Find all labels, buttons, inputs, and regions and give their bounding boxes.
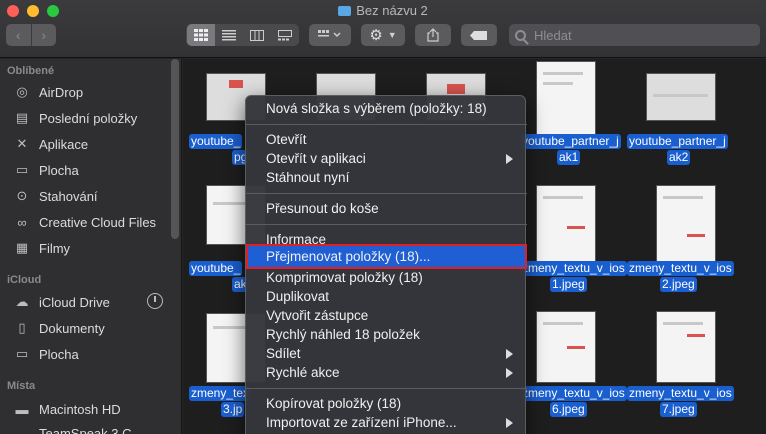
menu-separator (246, 388, 527, 389)
search-icon (515, 29, 526, 41)
menu-item-import-from-iphone[interactable]: Importovat ze zařízení iPhone... (266, 415, 457, 430)
menu-item-duplicate[interactable]: Duplikovat (266, 289, 329, 304)
back-forward-buttons: ‹ › (6, 24, 56, 46)
finder-window: Bez názvu 2 ‹ › ⚙ ▼ Hledat Oblíbené ◎ Ai… (0, 0, 766, 434)
file-thumbnail[interactable] (536, 185, 596, 263)
sidebar-item-macintosh-hd[interactable]: ▬ Macintosh HD (14, 399, 121, 419)
view-mode-group (186, 24, 299, 46)
sidebar-header-places: Místa (7, 380, 36, 392)
group-button[interactable] (309, 24, 351, 46)
sidebar-item-applications[interactable]: ✕ Aplikace (14, 134, 89, 154)
sidebar-item-airdrop[interactable]: ◎ AirDrop (14, 82, 83, 102)
title-bar: Bez názvu 2 ‹ › ⚙ ▼ Hledat (0, 0, 766, 58)
menu-item-share[interactable]: Sdílet (266, 346, 301, 361)
document-icon: ▯ (18, 320, 26, 335)
menu-item-make-alias[interactable]: Vytvořit zástupce (266, 308, 368, 323)
forward-icon[interactable]: › (32, 27, 57, 43)
sidebar-header-icloud: iCloud (7, 274, 42, 286)
action-button[interactable]: ⚙ ▼ (361, 24, 405, 46)
tag-icon (470, 30, 487, 40)
annotation-highlight-box (246, 244, 527, 269)
applications-icon: ✕ (16, 136, 28, 151)
file-label[interactable]: 2.jpeg (660, 277, 697, 292)
menu-item-new-folder-with-selection[interactable]: Nová složka s výběrem (položky: 18) (266, 101, 487, 116)
menu-item-compress-items[interactable]: Komprimovat položky (18) (266, 270, 423, 285)
movies-icon: ▦ (15, 240, 29, 255)
disk-icon: ▬ (15, 401, 29, 417)
downloads-icon: ⊙ (16, 188, 28, 203)
sidebar-item-recents[interactable]: ▤ Poslední položky (14, 108, 137, 128)
file-thumbnail[interactable] (646, 73, 716, 121)
menu-item-open[interactable]: Otevřít (266, 132, 307, 147)
menu-item-download-now[interactable]: Stáhnout nyní (266, 170, 349, 185)
menu-separator (246, 224, 527, 225)
file-label[interactable]: youtube_ (189, 134, 243, 149)
sidebar-item-icloud-drive[interactable]: ☁ iCloud Drive (14, 292, 110, 312)
file-label[interactable]: 3.jp (221, 402, 245, 417)
file-label[interactable]: youtube_partner_j (520, 134, 621, 149)
file-label[interactable]: youtube_partner_j (627, 134, 728, 149)
file-thumbnail[interactable] (656, 311, 716, 383)
file-thumbnail[interactable] (536, 311, 596, 383)
gear-icon: ⚙ (369, 27, 383, 44)
creative-cloud-icon: ∞ (17, 214, 27, 230)
file-label[interactable]: 6.jpeg (550, 402, 587, 417)
file-label[interactable]: zmeny_textu_v_ios (520, 386, 627, 401)
desktop-icon: ▭ (15, 162, 29, 177)
folder-icon (338, 6, 352, 16)
file-label[interactable]: zmeny_textu_v_ios (627, 261, 734, 276)
sidebar-item-movies[interactable]: ▦ Filmy (14, 238, 70, 258)
share-button[interactable] (415, 24, 451, 46)
sidebar-item-teamspeak[interactable]: ▬ TeamSpeak 3 C (14, 423, 132, 434)
menu-separator (246, 124, 527, 125)
submenu-arrow-icon (506, 154, 513, 164)
cloud-icon: ☁ (15, 294, 29, 309)
chevron-down-icon: ▼ (387, 30, 397, 40)
airdrop-icon: ◎ (16, 84, 28, 99)
submenu-arrow-icon (506, 349, 513, 359)
share-icon (427, 28, 439, 42)
desktop-icon: ▭ (15, 346, 29, 361)
list-view-icon[interactable] (215, 24, 243, 46)
file-label[interactable]: youtube_ (189, 261, 243, 276)
sidebar-scrollbar[interactable] (171, 59, 179, 239)
file-label[interactable]: 1.jpeg (550, 277, 587, 292)
gallery-view-icon[interactable] (271, 24, 299, 46)
context-menu: Nová složka s výběrem (položky: 18) Otev… (245, 95, 527, 434)
menu-item-quick-actions[interactable]: Rychlé akce (266, 365, 340, 380)
file-label[interactable]: 7.jpeg (660, 402, 697, 417)
file-label[interactable]: zmeny_tex (189, 386, 252, 401)
submenu-arrow-icon (506, 368, 513, 378)
menu-item-copy-items[interactable]: Kopírovat položky (18) (266, 396, 401, 411)
sidebar-item-documents[interactable]: ▯ Dokumenty (14, 318, 104, 338)
disk-icon: ▬ (15, 425, 29, 434)
recents-icon: ▤ (15, 110, 29, 125)
menu-separator (246, 193, 527, 194)
sidebar-item-desktop[interactable]: ▭ Plocha (14, 160, 79, 180)
menu-item-move-to-trash[interactable]: Přesunout do koše (266, 201, 379, 216)
group-icon (318, 30, 341, 38)
icloud-progress-icon[interactable] (147, 293, 163, 309)
file-label[interactable]: zmeny_textu_v_ios (627, 386, 734, 401)
tag-button[interactable] (461, 24, 497, 46)
back-icon[interactable]: ‹ (6, 27, 31, 43)
menu-item-open-with[interactable]: Otevřít v aplikaci (266, 151, 366, 166)
icon-view-icon[interactable] (186, 24, 215, 46)
sidebar-header-favorites: Oblíbené (7, 65, 55, 77)
file-thumbnail[interactable] (536, 61, 596, 136)
file-thumbnail[interactable] (656, 185, 716, 263)
sidebar-item-creative-cloud[interactable]: ∞ Creative Cloud Files (14, 212, 156, 232)
file-label[interactable]: zmeny_textu_v_ios (520, 261, 627, 276)
sidebar: Oblíbené ◎ AirDrop ▤ Poslední položky ✕ Apl… (0, 59, 182, 434)
column-view-icon[interactable] (243, 24, 271, 46)
sidebar-item-downloads[interactable]: ⊙ Stahování (14, 186, 98, 206)
file-label[interactable]: ak1 (557, 150, 581, 165)
menu-item-quick-look[interactable]: Rychlý náhled 18 položek (266, 327, 420, 342)
search-field[interactable]: Hledat (509, 24, 760, 46)
sidebar-item-icloud-desktop[interactable]: ▭ Plocha (14, 344, 79, 364)
window-title: Bez názvu 2 (0, 3, 766, 18)
file-label[interactable]: ak2 (667, 150, 691, 165)
submenu-arrow-icon (506, 418, 513, 428)
